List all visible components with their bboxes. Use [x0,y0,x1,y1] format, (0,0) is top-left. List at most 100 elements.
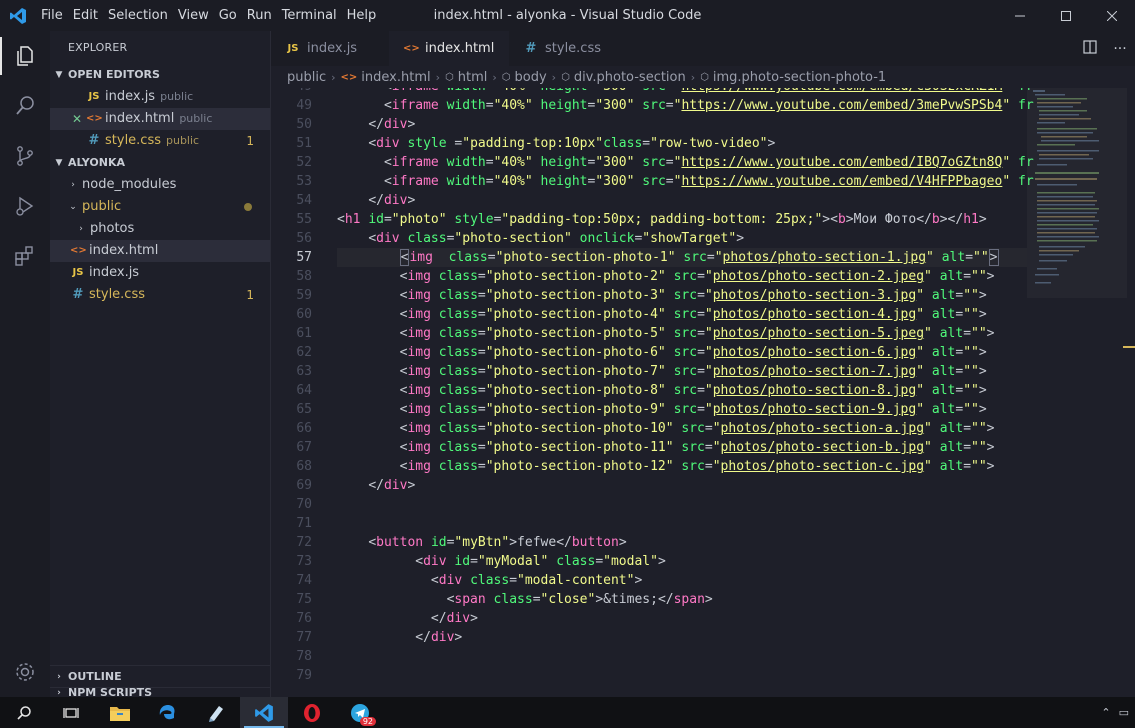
code-line[interactable]: <img class="photo-section-photo-3" src="… [337,286,1027,305]
more-actions-icon[interactable]: ··· [1105,41,1135,57]
code-line[interactable]: </div> [337,476,1027,495]
line-number: 67 [296,440,312,455]
code-line[interactable] [337,514,1027,533]
code-line[interactable]: <img class="photo-section-photo-6" src="… [337,343,1027,362]
code-line[interactable] [337,666,1027,685]
code-editor[interactable]: 49 49 50 51 52 53 54 55 56 57 58 59 60 61 62 63 64 65 66 67… [271,88,1135,697]
menu-go[interactable]: Go [214,0,242,31]
code-line[interactable]: <img class="photo-section-photo-2" src="… [337,267,1027,286]
telegram-icon[interactable]: 92 [336,697,384,728]
notepad-icon[interactable] [192,697,240,728]
menu-file[interactable]: File [36,0,68,31]
menu-help[interactable]: Help [342,0,382,31]
workspace-header[interactable]: ▼ ALYONKA [50,152,270,174]
search-icon[interactable] [0,81,50,131]
code-line[interactable] [337,647,1027,666]
html-file-icon: <> [86,113,103,124]
code-line[interactable]: <img class="photo-section-photo-8" src="… [337,381,1027,400]
menu-run[interactable]: Run [242,0,277,31]
code-line[interactable]: <img class="photo-section-photo-7" src="… [337,362,1027,381]
open-editors-header[interactable]: ▼ OPEN EDITORS [50,64,270,86]
code-line[interactable]: <img class="photo-section-photo-5" src="… [337,324,1027,343]
code-line[interactable]: <iframe width="40%" height="300" src="ht… [337,88,1034,96]
code-line[interactable]: <div class="modal-content"> [337,571,1027,590]
breadcrumb-item[interactable]: img.photo-section-photo-1 [713,70,886,85]
menu-terminal[interactable]: Terminal [277,0,342,31]
file-explorer-icon[interactable] [96,697,144,728]
code-line[interactable]: </div> [337,115,1027,134]
notification-badge: 92 [359,717,376,726]
vscode-taskbar-icon[interactable] [240,697,288,728]
breadcrumb-item[interactable]: div.photo-section [574,70,686,85]
code-line[interactable]: <img class="photo-section-photo-9" src="… [337,400,1027,419]
npm-scripts-label: NPM SCRIPTS [68,687,153,697]
source-control-icon[interactable] [0,131,50,181]
code-line-current[interactable]: <img class="photo-section-photo-1" src="… [337,248,1027,267]
extensions-icon[interactable] [0,231,50,281]
minimap[interactable] [1027,88,1127,697]
open-editor-item-index-html[interactable]: ✕ <> index.html public [50,108,270,130]
split-editor-icon[interactable] [1075,39,1105,58]
edge-browser-icon[interactable] [144,697,192,728]
npm-scripts-header[interactable]: › NPM SCRIPTS [50,687,270,697]
tray-device-icon[interactable]: ▭ [1119,706,1129,719]
menu-selection[interactable]: Selection [103,0,173,31]
code-line[interactable]: </div> [337,609,1027,628]
tree-item-node-modules[interactable]: › node_modules [50,174,270,196]
minimize-button[interactable] [997,0,1043,31]
breadcrumb-item[interactable]: index.html [361,70,430,85]
tray-chevron-up-icon[interactable]: ⌃ [1101,706,1110,719]
code-line[interactable]: </div> [337,191,1027,210]
tab-index-html[interactable]: <> index.html ✕ [389,31,518,66]
explorer-icon[interactable] [0,31,50,81]
html-file-icon: <> [403,43,420,54]
line-number: 56 [296,231,312,246]
tree-item-photos[interactable]: › photos [50,218,270,240]
code-line[interactable]: <img class="photo-section-photo-12" src=… [337,457,1027,476]
close-window-button[interactable] [1089,0,1135,31]
task-view-icon[interactable] [48,697,96,728]
run-debug-icon[interactable] [0,181,50,231]
code-line[interactable]: <iframe width="40%" height="300" src="ht… [337,172,1034,191]
file-name: index.js [89,265,140,280]
tree-item-public[interactable]: ⌄ public [50,196,270,218]
code-line[interactable]: <div class="photo-section" onclick="show… [337,229,1027,248]
outline-header[interactable]: › OUTLINE [50,665,270,687]
code-line[interactable]: <img class="photo-section-photo-10" src=… [337,419,1027,438]
tree-item-index-js[interactable]: JS index.js [50,262,270,284]
breadcrumb-item[interactable]: html [458,70,488,85]
open-editor-item-index-js[interactable]: JS index.js public [50,86,270,108]
line-number: 53 [296,174,312,189]
code-line[interactable]: <span class="close">&times;</span> [337,590,1027,609]
maximize-button[interactable] [1043,0,1089,31]
code-line[interactable]: <iframe width="40%" height="300" src="ht… [337,153,1034,172]
opera-browser-icon[interactable] [288,697,336,728]
tab-style-css[interactable]: # style.css [509,31,619,66]
code-line[interactable]: <iframe width="40%" height="300" src="ht… [337,96,1034,115]
breadcrumb-item[interactable]: public [287,70,326,85]
code-lines[interactable]: <iframe width="40%" height="300" src="ht… [337,88,1034,685]
code-line[interactable]: </div> [337,628,1027,647]
file-folder: public [166,134,200,147]
code-line[interactable]: <img class="photo-section-photo-11" src=… [337,438,1027,457]
file-name: index.html [105,111,175,126]
menu-edit[interactable]: Edit [68,0,103,31]
workspace-label: ALYONKA [68,156,125,169]
breadcrumb-item[interactable]: body [515,70,547,85]
close-editor-icon[interactable]: ✕ [68,108,86,130]
settings-gear-icon[interactable] [0,647,50,697]
taskbar-search-icon[interactable] [0,697,48,728]
open-editor-item-style-css[interactable]: # style.css public 1 [50,130,270,152]
line-number: 61 [296,326,312,341]
code-line[interactable] [337,495,1027,514]
code-line[interactable]: <div style ="padding-top:10px"class="row… [337,134,1027,153]
code-line[interactable]: <button id="myBtn">fefwe</button> [337,533,1027,552]
code-line[interactable]: <img class="photo-section-photo-4" src="… [337,305,1027,324]
code-line[interactable]: <div id="myModal" class="modal"> [337,552,1027,571]
tree-item-style-css[interactable]: # style.css 1 [50,284,270,306]
code-line[interactable]: <h1 id="photo" style="padding-top:50px; … [337,210,1027,229]
menu-view[interactable]: View [173,0,214,31]
tab-index-js[interactable]: JS index.js [271,31,389,66]
tree-item-index-html[interactable]: <> index.html [50,240,270,262]
line-number: 57 [296,250,312,265]
